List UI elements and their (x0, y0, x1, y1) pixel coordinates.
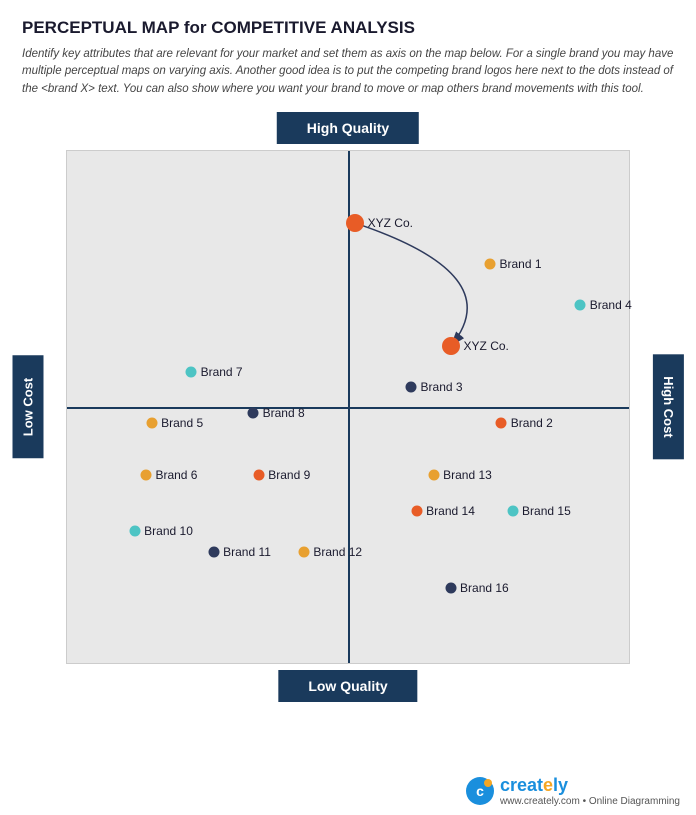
brand-dot-xyz1 (346, 214, 364, 232)
footer: c creately www.creately.com • Online Dia… (465, 775, 680, 807)
brand-label-brand11: Brand 11 (223, 545, 271, 559)
axis-right-label: High Cost (653, 354, 684, 459)
footer-tagline: www.creately.com • Online Diagramming (500, 796, 680, 807)
brand-label-brand16: Brand 16 (460, 581, 509, 595)
brand-dot-xyz2 (442, 337, 460, 355)
brand-dot-brand11 (208, 546, 219, 557)
brand-label-brand3: Brand 3 (421, 380, 463, 394)
brand-dot-brand6 (140, 469, 151, 480)
brand-label-brand10: Brand 10 (144, 524, 193, 538)
brand-dot-brand5 (146, 418, 157, 429)
map-area: XYZ Co. XYZ Co. Brand 1 Brand 2 Brand 3 Brand… (66, 150, 630, 664)
svg-text:c: c (476, 783, 484, 799)
brand-label-brand14: Brand 14 (426, 504, 475, 518)
brand-dot-brand9 (253, 469, 264, 480)
brand-dot-brand8 (248, 407, 259, 418)
brand-dot-brand15 (507, 505, 518, 516)
axis-top-label: High Quality (277, 112, 419, 144)
brand-label-brand7: Brand 7 (201, 365, 243, 379)
brand-label-brand4: Brand 4 (590, 298, 632, 312)
perceptual-map: High Quality Low Quality Low Cost High C… (28, 112, 668, 702)
brand-dot-brand12 (298, 546, 309, 557)
brand-label-brand8: Brand 8 (263, 406, 305, 420)
axis-left-label: Low Cost (13, 356, 44, 459)
brand-label-brand6: Brand 6 (155, 468, 197, 482)
creately-logo-icon: c (465, 776, 495, 806)
page-container: PERCEPTUAL MAP for COMPETITIVE ANALYSIS … (0, 0, 696, 815)
brand-dot-brand2 (496, 418, 507, 429)
brand-label-xyz2: XYZ Co. (464, 339, 509, 353)
brand-dot-brand13 (428, 469, 439, 480)
brand-label-brand12: Brand 12 (313, 545, 362, 559)
axis-bottom-label: Low Quality (278, 670, 417, 702)
brand-dot-brand7 (186, 366, 197, 377)
brand-label-brand1: Brand 1 (500, 257, 542, 271)
brand-label-brand2: Brand 2 (511, 416, 553, 430)
brand-label-brand5: Brand 5 (161, 416, 203, 430)
brand-dot-brand3 (406, 382, 417, 393)
footer-text: c creately www.creately.com • Online Dia… (465, 775, 680, 807)
page-description: Identify key attributes that are relevan… (22, 46, 674, 98)
brand-label-brand15: Brand 15 (522, 504, 571, 518)
brand-label-brand9: Brand 9 (268, 468, 310, 482)
brand-dot-brand1 (485, 258, 496, 269)
brand-label-brand13: Brand 13 (443, 468, 492, 482)
brand-dot-brand14 (411, 505, 422, 516)
brand-dot-brand4 (575, 299, 586, 310)
brand-dot-brand16 (445, 582, 456, 593)
brand-label-xyz1: XYZ Co. (368, 216, 413, 230)
creately-brand: creately (500, 775, 680, 796)
page-title: PERCEPTUAL MAP for COMPETITIVE ANALYSIS (22, 18, 674, 38)
brand-dot-brand10 (129, 526, 140, 537)
